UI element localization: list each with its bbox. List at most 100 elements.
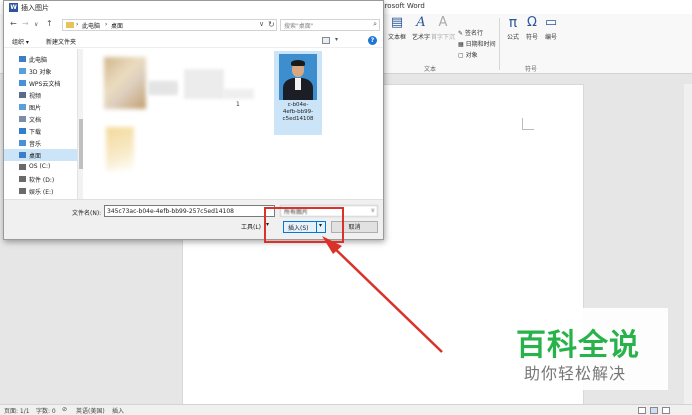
recent-dropdown-icon[interactable]: ∨ <box>34 21 38 28</box>
address-bar[interactable]: › 此电脑 › 桌面 ∨ ↻ <box>62 19 277 31</box>
word-app-icon: W <box>9 3 18 12</box>
organize-button[interactable]: 组织 ▾ <box>12 37 29 46</box>
insert-picture-dialog: W 插入图片 ← → ∨ ↑ › 此电脑 › 桌面 ∨ ↻ 搜索"桌面" ⌕ 组… <box>3 0 384 240</box>
folder-icon <box>19 92 26 98</box>
nav-item-label: 3D 对象 <box>29 69 52 76</box>
dialog-titlebar: W 插入图片 <box>4 1 383 15</box>
vertical-scrollbar[interactable] <box>684 84 692 405</box>
chevron-down-icon[interactable]: ∨ <box>259 20 264 28</box>
forward-arrow-icon[interactable]: → <box>22 19 29 28</box>
status-words[interactable]: 字数: 0 <box>36 406 56 415</box>
id-photo-thumbnail <box>279 54 317 100</box>
help-icon[interactable]: ? <box>368 36 377 45</box>
highlight-rectangle <box>264 207 344 243</box>
status-bar: 页面: 1/1 字数: 0 ⊘ 英语(美国) 插入 <box>0 404 692 415</box>
breadcrumb-desktop[interactable]: 桌面 <box>111 21 123 30</box>
back-arrow-icon[interactable]: ← <box>10 19 17 28</box>
numbering-button[interactable]: ▭ 编号 <box>538 16 564 42</box>
file-label-fragment: 1 <box>236 101 240 108</box>
nav-item[interactable]: 软件 (D:) <box>4 173 77 185</box>
nav-item-label: OS (C:) <box>29 163 51 170</box>
blurred-file-name <box>148 81 178 95</box>
dialog-toolbar: 组织 ▾ 新建文件夹 ▾ ? <box>4 34 383 48</box>
photo-shirt <box>295 78 301 90</box>
folder-icon <box>19 140 26 146</box>
nav-item-label: WPS云文档 <box>29 81 61 88</box>
status-page[interactable]: 页面: 1/1 <box>4 406 30 415</box>
nav-item[interactable]: 图片 <box>4 101 77 113</box>
textbox-icon: ▤ <box>390 15 404 30</box>
search-icon: ⌕ <box>373 20 377 28</box>
tools-button[interactable]: 工具(L) <box>241 222 261 231</box>
navigation-scrollbar[interactable] <box>77 49 83 199</box>
proofing-icon[interactable]: ⊘ <box>62 406 67 413</box>
selected-image-file[interactable]: c-b04e- 4efb-bb99- c5ed14108 <box>274 51 322 135</box>
nav-item[interactable]: WPS云文档 <box>4 77 77 89</box>
nav-item-label: 音乐 <box>29 141 42 148</box>
nav-item[interactable]: 桌面 <box>4 149 77 161</box>
dropcap-button[interactable]: A 首字下沉 <box>430 15 456 42</box>
nav-item[interactable]: OS (C:) <box>4 161 77 173</box>
nav-item-label: 软件 (D:) <box>29 177 55 184</box>
new-folder-button[interactable]: 新建文件夹 <box>46 37 76 46</box>
file-list-pane: 1 c-b04e- 4efb-bb99- c5ed14108 <box>84 49 382 199</box>
nav-item-label: 桌面 <box>29 153 42 160</box>
address-row: ← → ∨ ↑ › 此电脑 › 桌面 ∨ ↻ 搜索"桌面" ⌕ <box>4 17 383 33</box>
nav-item-label: 视频 <box>29 93 42 100</box>
nav-item[interactable]: 此电脑 <box>4 53 77 65</box>
folder-icon <box>19 68 26 74</box>
signature-line-button[interactable]: ✎ 签名行 <box>458 28 483 37</box>
folder-icon <box>19 80 26 86</box>
datetime-button[interactable]: ▦ 日期和时间 <box>458 39 496 48</box>
nav-item-label: 图片 <box>29 105 42 112</box>
chevron-down-icon[interactable]: ▾ <box>335 36 338 43</box>
print-layout-icon[interactable] <box>650 407 658 414</box>
search-input[interactable]: 搜索"桌面" ⌕ <box>280 19 380 31</box>
file-name-label: c-b04e- 4efb-bb99- c5ed14108 <box>282 102 314 122</box>
blurred-file-thumbnail[interactable] <box>106 127 134 171</box>
folder-icon <box>19 104 26 110</box>
photo-hair <box>291 60 305 66</box>
group-text-label: 文本 <box>424 66 437 73</box>
blurred-file-thumbnail[interactable] <box>104 57 146 109</box>
filename-field[interactable]: 345c73ac-b04e-4efb-bb99-257c5ed14108 <box>104 205 275 217</box>
navigation-pane: 此电脑 3D 对象 WPS云文档 视频图片文档 下载音乐桌面 OS (C:) 软件 (D:)… <box>4 49 79 199</box>
breadcrumb-separator: › <box>105 21 108 28</box>
status-language[interactable]: 英语(美国) <box>76 406 105 415</box>
dropcap-icon: A <box>438 15 448 30</box>
blurred-region <box>224 89 254 99</box>
wordart-icon: A <box>416 15 426 30</box>
nav-item[interactable]: 视频 <box>4 89 77 101</box>
nav-item[interactable]: 音乐 <box>4 137 77 149</box>
read-mode-icon[interactable] <box>638 407 646 414</box>
folder-icon <box>19 164 26 170</box>
scrollbar-thumb[interactable] <box>79 119 83 169</box>
refresh-icon[interactable]: ↻ <box>268 20 275 29</box>
watermark-subtitle: 助你轻松解决 <box>524 364 627 383</box>
nav-item[interactable]: 文档 <box>4 113 77 125</box>
chevron-down-icon: ∨ <box>370 207 375 214</box>
omega-icon: Ω <box>527 15 537 30</box>
nav-item[interactable]: 3D 对象 <box>4 65 77 77</box>
folder-icon <box>19 128 26 134</box>
view-options-icon[interactable] <box>322 37 330 44</box>
nav-item-label: 文档 <box>29 117 42 124</box>
up-arrow-icon[interactable]: ↑ <box>46 19 53 28</box>
margin-corner-mark <box>522 118 534 130</box>
watermark-title: 百科全说 <box>516 328 640 363</box>
object-button[interactable]: ▢ 对象 <box>458 50 478 59</box>
breadcrumb-this-pc[interactable]: 此电脑 <box>82 21 100 30</box>
folder-icon <box>19 152 26 158</box>
textbox-button[interactable]: ▤ 文本框 <box>384 15 410 42</box>
blurred-region <box>184 69 224 99</box>
folder-icon <box>19 56 26 62</box>
dialog-title: 插入图片 <box>21 4 49 12</box>
watermark: 百科全说 助你轻松解决 <box>500 308 668 390</box>
folder-icon <box>19 188 26 194</box>
nav-item[interactable]: 娱乐 (E:) <box>4 185 77 197</box>
nav-item[interactable]: 下载 <box>4 125 77 137</box>
pi-icon: π <box>508 15 518 31</box>
nav-item-label: 此电脑 <box>29 57 48 64</box>
web-layout-icon[interactable] <box>662 407 670 414</box>
status-mode[interactable]: 插入 <box>112 406 124 415</box>
